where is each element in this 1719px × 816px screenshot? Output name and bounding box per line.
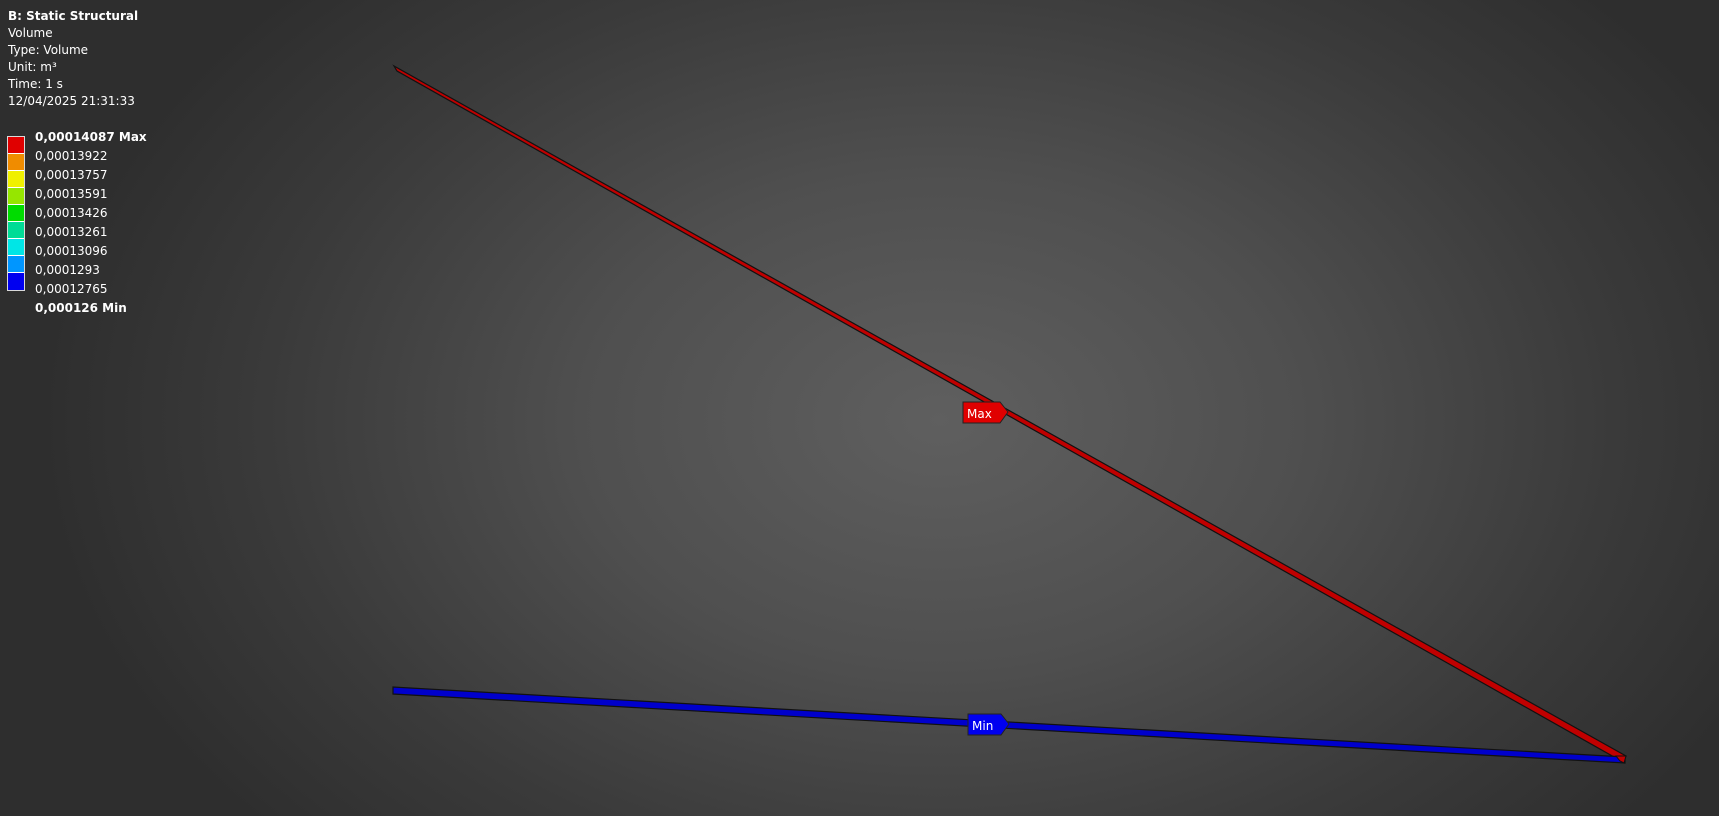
min-probe-label: Min xyxy=(972,719,993,733)
max-probe-marker[interactable]: Max xyxy=(962,401,1009,424)
min-probe-marker[interactable]: Min xyxy=(967,713,1010,736)
model-viewport[interactable]: Max Min xyxy=(0,0,1719,816)
max-probe-label: Max xyxy=(967,407,992,421)
upper-member[interactable] xyxy=(392,64,1627,763)
lower-member[interactable] xyxy=(392,686,1626,764)
